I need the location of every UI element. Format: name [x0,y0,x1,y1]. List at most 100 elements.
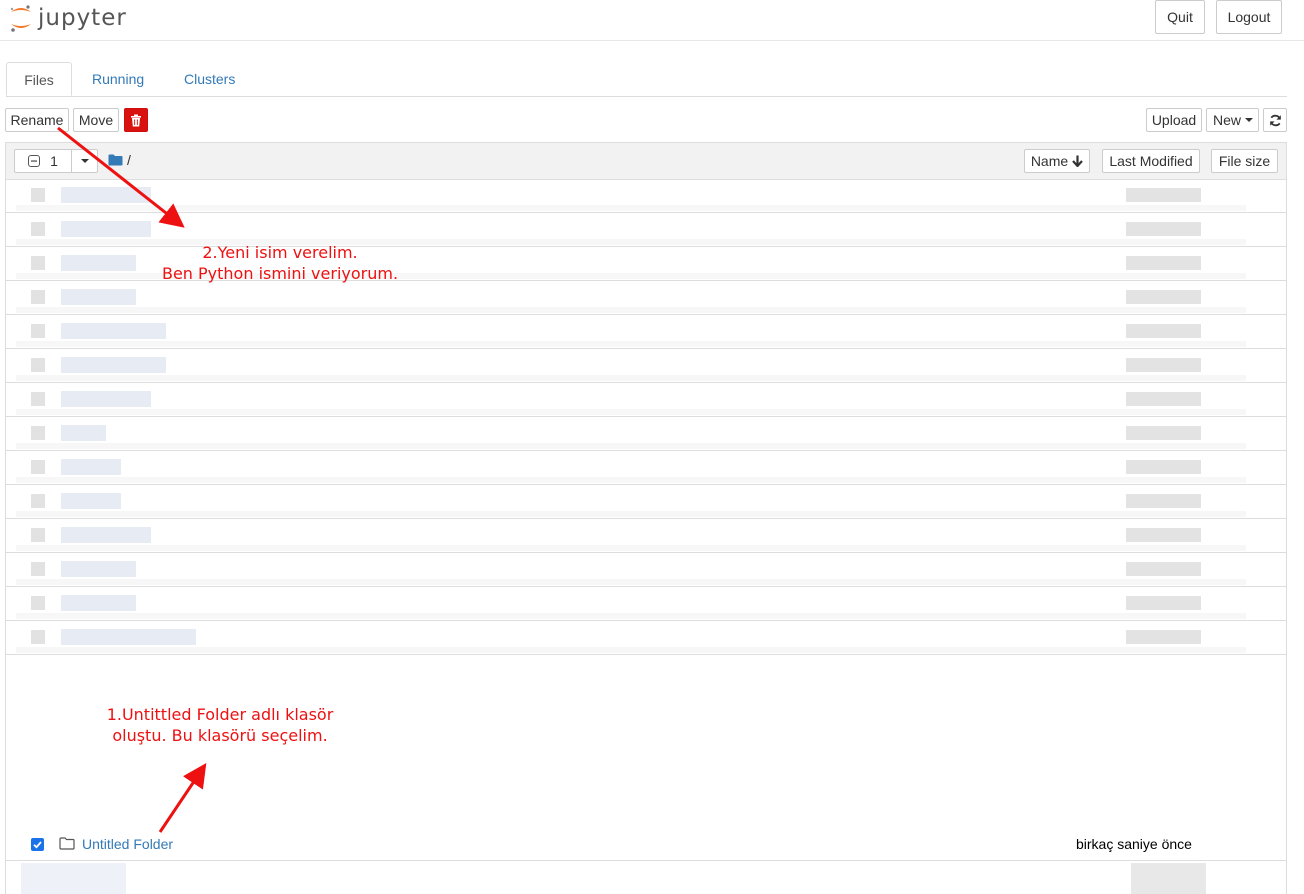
blurred-row-name [21,863,126,894]
new-dropdown-button[interactable]: New [1206,108,1259,132]
blurred-date [1126,630,1201,644]
blurred-date [1126,528,1201,542]
blurred-band [16,545,1246,551]
item-name-link[interactable]: Untitled Folder [82,836,173,852]
arrow-down-icon [1072,155,1083,167]
blurred-checkbox [31,494,45,508]
blurred-date [1126,358,1201,372]
blurred-checkbox [31,562,45,576]
blurred-name [61,493,121,509]
refresh-button[interactable] [1263,108,1287,132]
blurred-checkbox [31,324,45,338]
item-modified-time: birkaç saniye önce [1076,836,1192,852]
blurred-name [61,527,151,543]
blurred-list-item [6,383,1286,417]
sort-name-button[interactable]: Name [1024,149,1090,173]
blurred-band [16,205,1246,211]
folder-icon[interactable] [108,154,123,166]
blurred-band [16,647,1246,653]
select-all-dropdown[interactable]: 1 [14,149,98,173]
blurred-checkbox [31,256,45,270]
blurred-date [1126,324,1201,338]
blurred-list-item [6,621,1286,655]
blurred-checkbox [31,188,45,202]
logout-button[interactable]: Logout [1216,0,1282,34]
blurred-band [16,307,1246,313]
blurred-checkbox [31,290,45,304]
dropdown-divider [71,150,72,172]
logo-text: jupyter [38,5,127,31]
blurred-list-item [6,349,1286,383]
blurred-date [1126,222,1201,236]
blurred-checkbox [31,426,45,440]
caret-down-icon [1245,118,1254,122]
header-bar: jupyter Quit Logout [0,0,1304,41]
blurred-band [16,341,1246,347]
indeterminate-checkbox-icon [28,155,41,167]
blurred-name [61,289,136,305]
annotation-step2-line1: 2.Yeni isim verelim. [202,243,358,262]
blurred-list-item [6,179,1286,213]
blurred-band [16,613,1246,619]
rename-button[interactable]: Rename [5,108,69,132]
blurred-list-item [6,485,1286,519]
blurred-list-item [6,281,1286,315]
sort-file-size-button[interactable]: File size [1211,149,1278,173]
sort-last-modified-button[interactable]: Last Modified [1102,149,1200,173]
blurred-date [1126,392,1201,406]
blurred-checkbox [31,222,45,236]
blurred-band [16,375,1246,381]
checked-checkbox-icon[interactable] [31,838,44,851]
tab-clusters[interactable]: Clusters [168,62,251,96]
blurred-list-item [6,417,1286,451]
blurred-band [16,409,1246,415]
file-list-header: 1 / Name Last Modified File size [6,143,1286,180]
annotation-step2-line2: Ben Python ismini veriyorum. [161,264,399,283]
quit-button[interactable]: Quit [1155,0,1205,34]
blurred-checkbox [31,392,45,406]
blurred-name [61,629,196,645]
blurred-date [1126,562,1201,576]
blurred-list-item [6,587,1286,621]
move-button[interactable]: Move [73,108,119,132]
blurred-row-date [1131,863,1206,894]
blurred-name [61,561,136,577]
blurred-checkbox [31,528,45,542]
current-path[interactable]: / [127,152,131,168]
blurred-checkbox [31,460,45,474]
tab-files[interactable]: Files [6,62,72,96]
annotation-step1-line1: 1.Untittled Folder adlı klasör [106,705,334,724]
blurred-date [1126,494,1201,508]
annotation-step1-line2: oluştu. Bu klasörü seçelim. [112,726,328,745]
upload-button[interactable]: Upload [1146,108,1202,132]
blurred-list-item [6,451,1286,485]
delete-button[interactable] [124,108,148,132]
jupyter-logo[interactable]: jupyter [8,0,127,36]
new-label: New [1213,112,1242,128]
blurred-name [61,391,151,407]
blurred-date [1126,188,1201,202]
blurred-name [61,221,151,237]
blurred-list-item [6,553,1286,587]
blurred-date [1126,256,1201,270]
caret-down-icon [81,159,89,163]
blurred-band [16,477,1246,483]
blurred-name [61,187,151,203]
list-item-untitled-folder[interactable]: Untitled Folder birkaç saniye önce [6,827,1286,861]
sort-name-label: Name [1030,153,1069,169]
blurred-date [1126,596,1201,610]
blurred-name [61,595,136,611]
blurred-checkbox [31,630,45,644]
blurred-name [61,459,121,475]
blurred-date [1126,460,1201,474]
tab-bar: Files Running Clusters [6,62,1287,97]
blurred-band [16,511,1246,517]
select-all-checkbox-area[interactable]: 1 [15,150,71,172]
blurred-list-item [6,315,1286,349]
blurred-band [16,579,1246,585]
tab-running[interactable]: Running [76,62,160,96]
blurred-name [61,255,136,271]
folder-outline-icon [59,837,75,850]
annotation-step1: 1.Untittled Folder adlı klasör oluştu. B… [90,704,350,746]
blurred-band [16,443,1246,449]
